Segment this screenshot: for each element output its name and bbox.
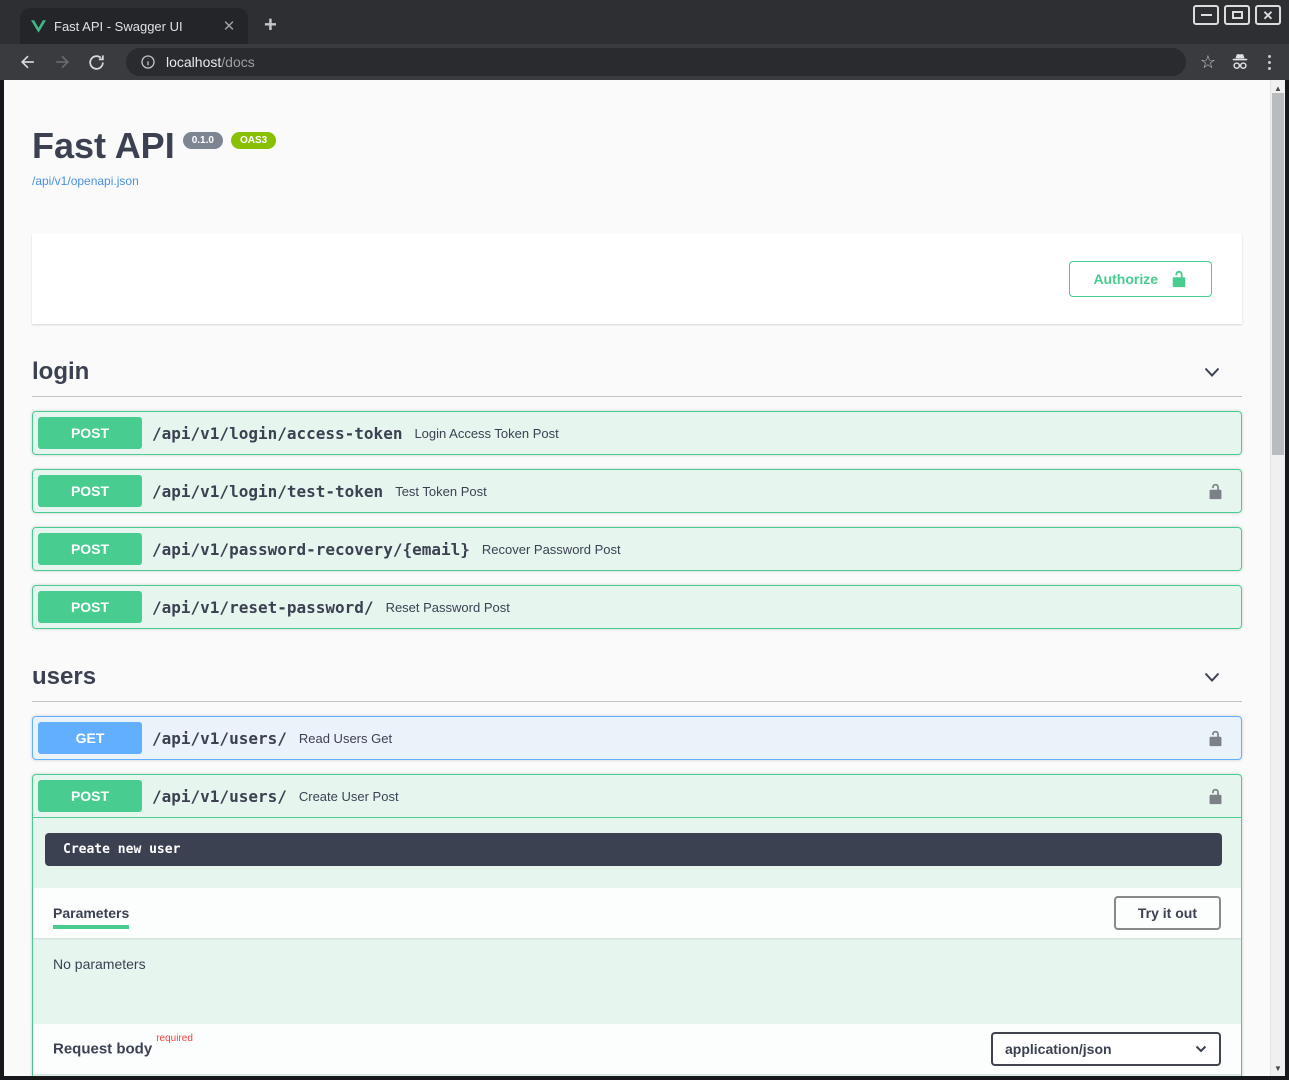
media-type-select[interactable]: application/json	[991, 1032, 1221, 1066]
back-icon[interactable]	[14, 48, 42, 76]
request-body-header: Request body required application/json	[33, 1024, 1241, 1074]
operation-path: /api/v1/login/access-token	[152, 424, 402, 443]
operation-login-access-token[interactable]: POST /api/v1/login/access-token Login Ac…	[32, 411, 1242, 455]
tab-strip: Fast API - Swagger UI ✕ + ✕	[0, 0, 1289, 44]
required-label: required	[156, 1033, 193, 1044]
browser-tab[interactable]: Fast API - Swagger UI ✕	[20, 8, 248, 44]
scroll-down-icon[interactable]: ▼	[1271, 1062, 1285, 1074]
operation-path: /api/v1/users/	[152, 729, 287, 748]
openapi-spec-link[interactable]: /api/v1/openapi.json	[32, 174, 139, 188]
unlocked-padlock-icon	[1170, 270, 1188, 288]
new-tab-button[interactable]: +	[264, 12, 277, 38]
chevron-down-icon[interactable]	[1202, 362, 1222, 382]
operation-path: /api/v1/users/	[152, 787, 287, 806]
section-header-login[interactable]: login	[32, 348, 1242, 397]
maximize-button[interactable]	[1224, 5, 1250, 25]
tab-parameters: Parameters	[53, 892, 129, 934]
operation-summary: Recover Password Post	[482, 542, 621, 557]
operation-path: /api/v1/password-recovery/{email}	[152, 540, 470, 559]
operation-path: /api/v1/reset-password/	[152, 598, 374, 617]
operation-reset-password[interactable]: POST /api/v1/reset-password/ Reset Passw…	[32, 585, 1242, 629]
tab-close-icon[interactable]: ✕	[220, 17, 238, 35]
operation-summary-row[interactable]: POST /api/v1/users/ Create User Post	[33, 775, 1241, 818]
no-parameters-text: No parameters	[33, 938, 1241, 1002]
method-badge: POST	[38, 475, 142, 507]
minimize-button[interactable]	[1193, 5, 1219, 25]
operation-body: Create new user Parameters Try it out No…	[33, 833, 1241, 1076]
method-badge: POST	[38, 780, 142, 812]
forward-icon[interactable]	[48, 48, 76, 76]
url-host: localhost	[166, 54, 221, 70]
operation-password-recovery[interactable]: POST /api/v1/password-recovery/{email} R…	[32, 527, 1242, 571]
method-badge: GET	[38, 722, 142, 754]
page-title: Fast API	[32, 128, 175, 164]
authorize-button[interactable]: Authorize	[1069, 261, 1212, 297]
scrollbar-thumb[interactable]	[1272, 93, 1284, 455]
swagger-page: ▲ ▼ Fast API 0.1.0 OAS3 /api/v1/openapi.…	[4, 80, 1285, 1076]
browser-toolbar: localhost/docs ☆	[0, 44, 1289, 80]
scheme-container: Authorize	[32, 234, 1242, 324]
browser-menu-icon[interactable]	[1264, 55, 1275, 70]
tab-title: Fast API - Swagger UI	[54, 19, 220, 34]
operation-summary: Login Access Token Post	[414, 426, 558, 441]
operation-summary: Read Users Get	[299, 731, 392, 746]
incognito-icon	[1230, 53, 1250, 71]
unlocked-padlock-icon[interactable]	[1207, 483, 1224, 500]
method-badge: POST	[38, 533, 142, 565]
operation-login-test-token[interactable]: POST /api/v1/login/test-token Test Token…	[32, 469, 1242, 513]
swagger-favicon-icon	[30, 18, 46, 34]
operation-read-users[interactable]: GET /api/v1/users/ Read Users Get	[32, 716, 1242, 760]
scrollbar[interactable]: ▲ ▼	[1270, 80, 1285, 1076]
oas-badge: OAS3	[231, 132, 276, 149]
operation-summary: Test Token Post	[395, 484, 487, 499]
browser-window: Fast API - Swagger UI ✕ + ✕ localhost/do…	[0, 0, 1289, 1080]
url-bar[interactable]: localhost/docs	[126, 48, 1186, 76]
chevron-down-icon[interactable]	[1202, 667, 1222, 687]
api-info: Fast API 0.1.0 OAS3 /api/v1/openapi.json	[32, 80, 1242, 190]
operation-create-user-expanded: POST /api/v1/users/ Create User Post Cre…	[32, 774, 1242, 1076]
unlocked-padlock-icon[interactable]	[1207, 730, 1224, 747]
chevron-down-icon	[1195, 1045, 1207, 1053]
site-info-icon[interactable]	[140, 54, 156, 70]
operation-path: /api/v1/login/test-token	[152, 482, 383, 501]
parameters-header: Parameters Try it out	[33, 888, 1241, 938]
method-badge: POST	[38, 591, 142, 623]
try-it-out-button[interactable]: Try it out	[1114, 896, 1221, 930]
request-body-label: Request body	[53, 1041, 152, 1058]
unlocked-padlock-icon[interactable]	[1207, 788, 1224, 805]
request-body-example: Example Value Schema {	[33, 1074, 1241, 1076]
operation-description: Create new user	[45, 833, 1222, 866]
reload-icon[interactable]	[82, 48, 110, 76]
operation-summary: Reset Password Post	[386, 600, 510, 615]
operation-summary: Create User Post	[299, 789, 399, 804]
version-badge: 0.1.0	[183, 132, 223, 149]
bookmark-star-icon[interactable]: ☆	[1200, 52, 1216, 73]
section-header-users[interactable]: users	[32, 653, 1242, 702]
url-path: /docs	[221, 54, 254, 70]
method-badge: POST	[38, 417, 142, 449]
window-close-button[interactable]: ✕	[1255, 5, 1281, 25]
section-title: users	[32, 663, 96, 691]
section-title: login	[32, 358, 89, 386]
